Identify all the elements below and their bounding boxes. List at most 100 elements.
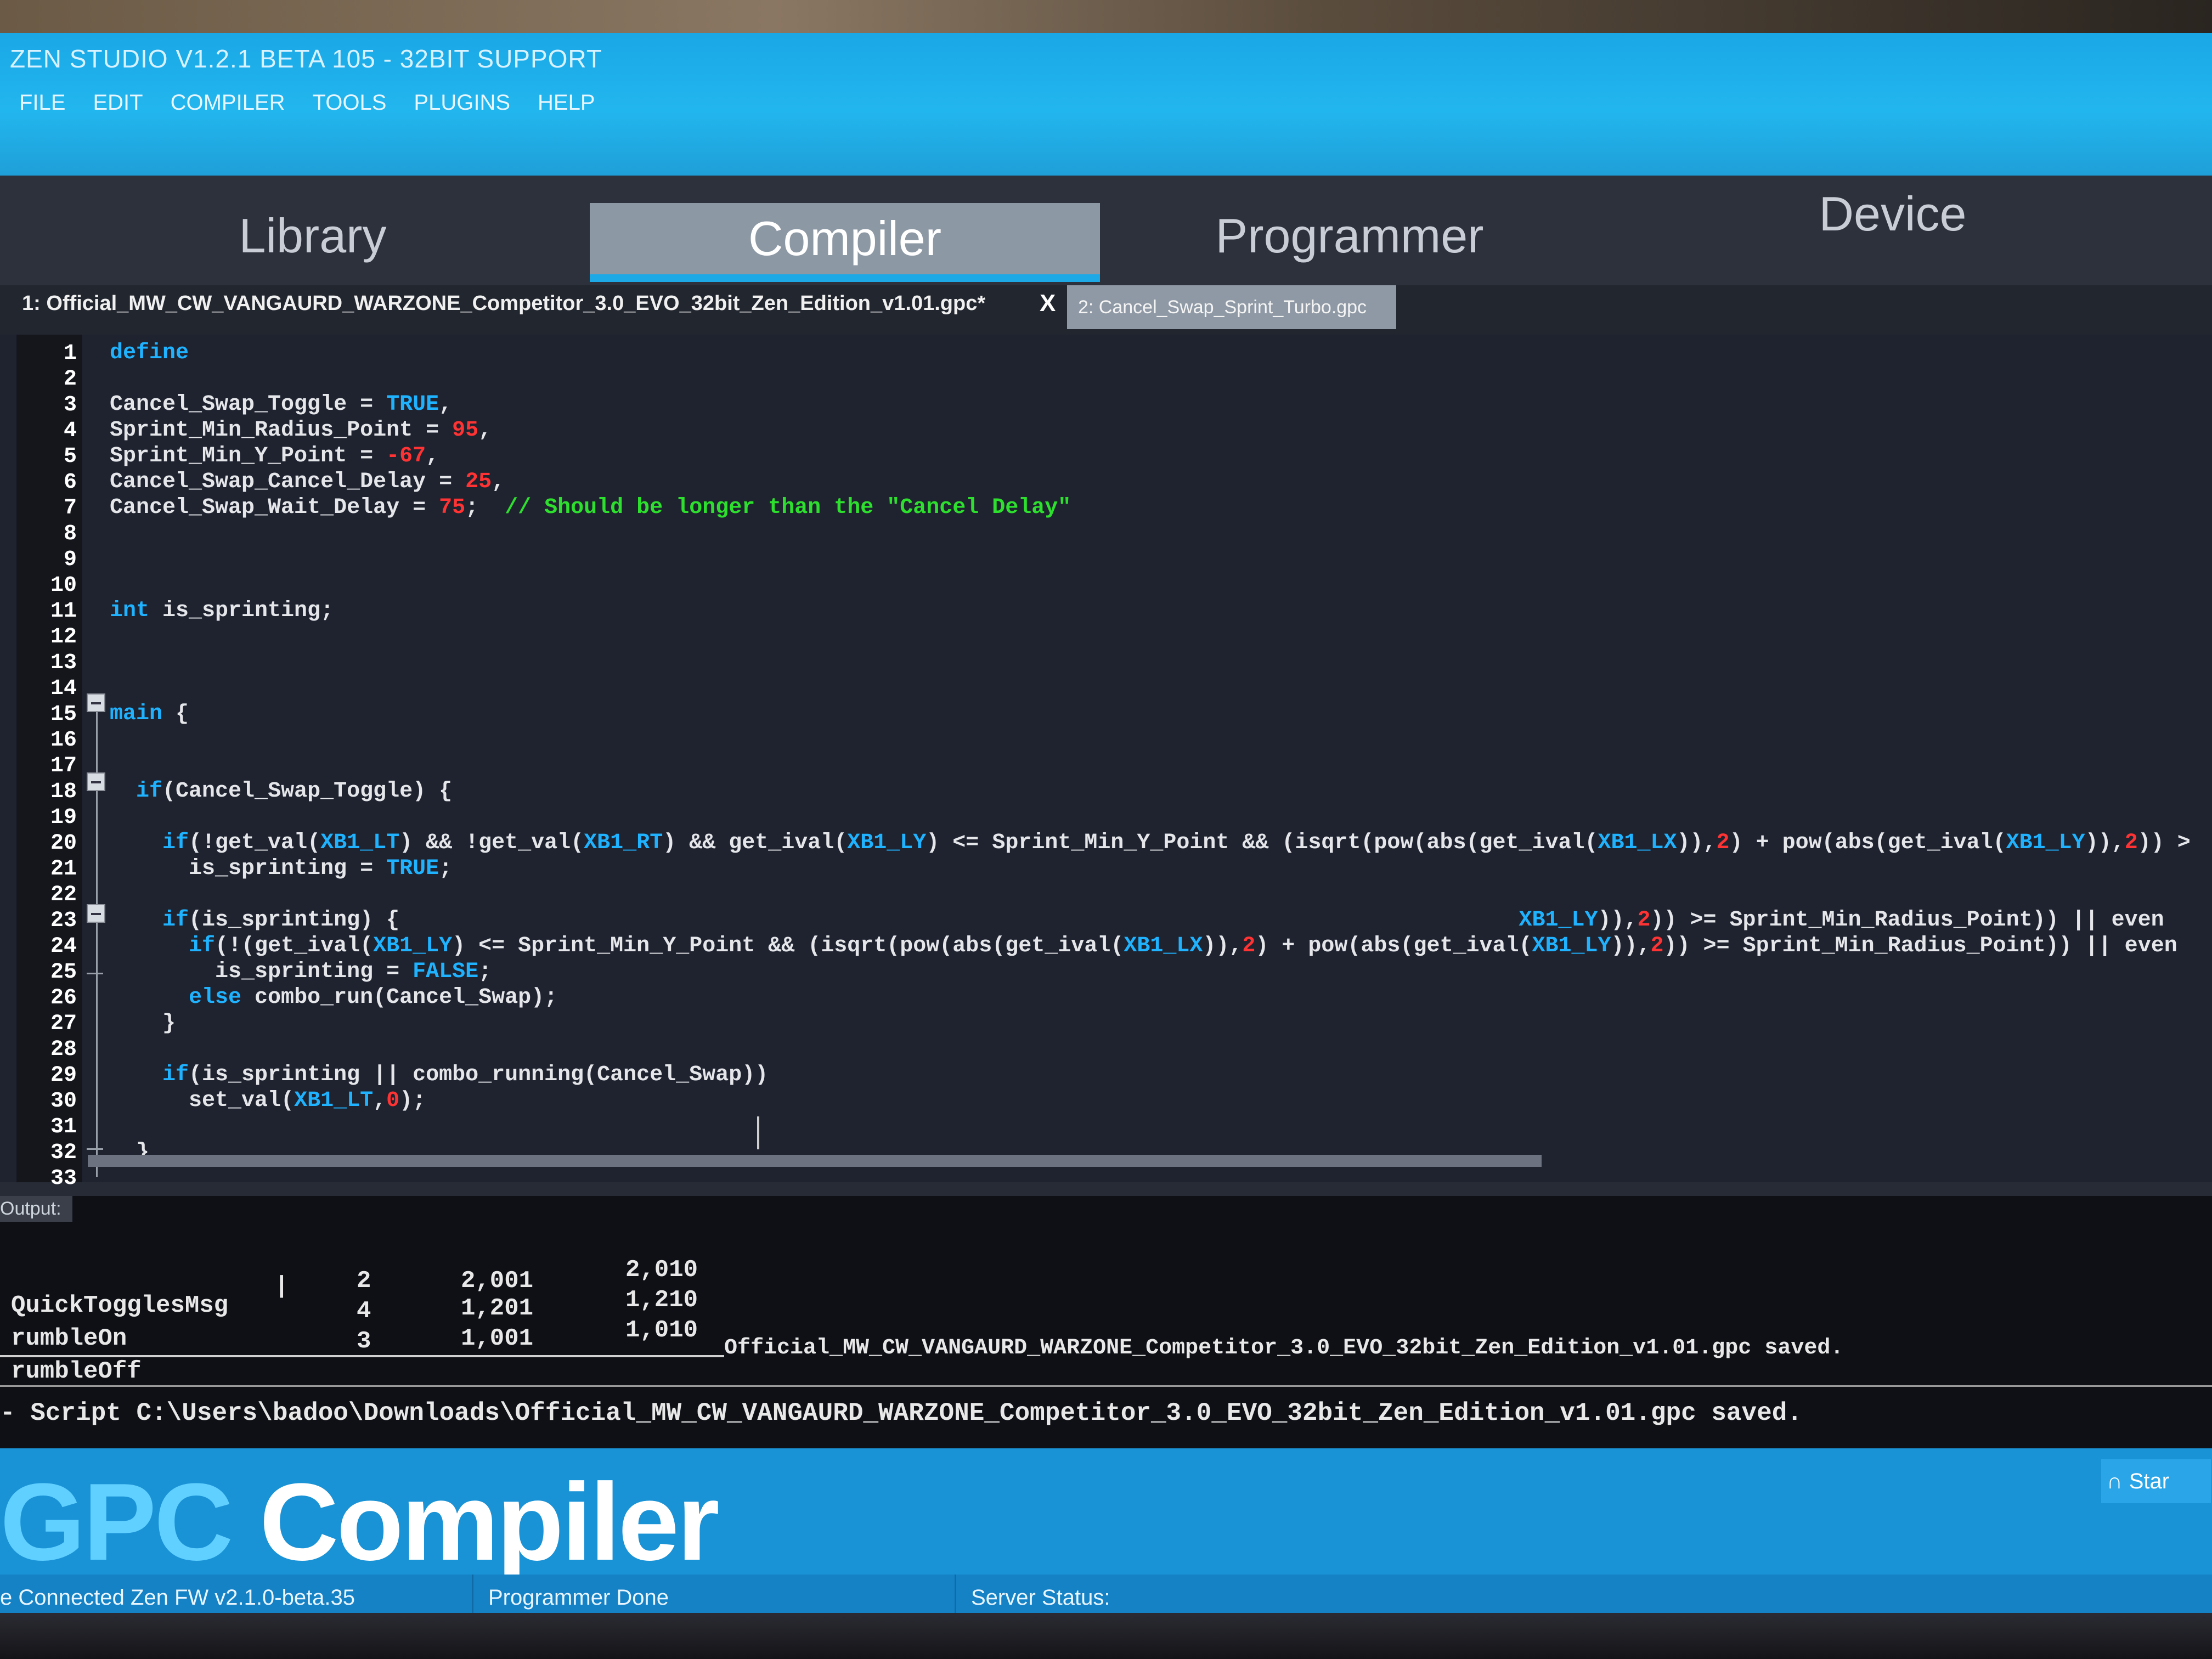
code-constant: XB1_LT [294, 1088, 374, 1113]
code-number: 25 [465, 470, 492, 494]
code-number: 2 [1637, 908, 1651, 933]
code-constant: FALSE [413, 960, 479, 984]
line-number: 27 [50, 1012, 77, 1036]
file-tab-active[interactable]: 1: Official_MW_CW_VANGAURD_WARZONE_Compe… [22, 292, 985, 315]
line-number: 21 [50, 857, 77, 882]
app-window: ZEN STUDIO V1.2.1 BETA 105 - 32BIT SUPPO… [0, 33, 2212, 1629]
start-label: Star [2129, 1469, 2170, 1493]
output-row-sep: | [274, 1273, 289, 1300]
scrollbar-thumb[interactable] [88, 1155, 1542, 1167]
output-row-c: 1,010 [625, 1317, 698, 1344]
code-number: 75 [439, 495, 466, 520]
code-line: int is_sprinting; [110, 598, 334, 624]
output-panel: Output: QuickTogglesMsg | 2 2,001 2,010 … [0, 1196, 2212, 1470]
status-server: Server Status: [971, 1585, 1110, 1610]
output-label: Output: [0, 1196, 72, 1222]
code-keyword: int [110, 599, 150, 623]
line-number: 17 [50, 754, 77, 778]
code-text: ) <= Sprint_Min_Y_Point && (isqrt(pow(ab… [452, 934, 1124, 958]
code-number: -67 [386, 444, 426, 469]
code-text: )), [2085, 831, 2125, 855]
line-number: 8 [63, 522, 77, 546]
code-number: 0 [386, 1088, 400, 1113]
line-number: 26 [50, 986, 77, 1011]
line-number: 6 [63, 470, 77, 495]
code-comment: // Should be longer than the "Cancel Del… [505, 495, 1071, 520]
code-line: if(!(get_ival(XB1_LY) <= Sprint_Min_Y_Po… [110, 933, 2177, 960]
line-number: 18 [50, 780, 77, 804]
code-line: Sprint_Min_Radius_Point = 95, [110, 417, 492, 444]
output-script-path: - Script C:\Users\badoo\Downloads\Offici… [0, 1399, 1802, 1427]
line-number: 5 [63, 444, 77, 469]
tab-library[interactable]: Library [137, 198, 488, 274]
code-line: if(is_sprinting || combo_running(Cancel_… [110, 1062, 768, 1088]
line-number-gutter: 1 2 3 4 5 6 7 8 9 10 11 12 13 14 15 16 17 18 19 20 21 22 23 24 2… [16, 335, 82, 1191]
code-text: Cancel_Swap_Wait_Delay = [110, 495, 439, 520]
code-line: main { [110, 701, 189, 727]
file-tab-bar: 1: Official_MW_CW_VANGAURD_WARZONE_Compe… [0, 285, 2212, 335]
fold-toggle-main[interactable] [87, 693, 105, 712]
menu-file[interactable]: FILE [5, 91, 79, 115]
code-text: , [373, 1088, 387, 1113]
menu-tools[interactable]: TOOLS [299, 91, 400, 115]
code-line: Cancel_Swap_Wait_Delay = 75; // Should b… [110, 495, 1071, 521]
line-number: 16 [50, 728, 77, 753]
line-number: 30 [50, 1089, 77, 1114]
code-text: , [439, 392, 453, 417]
code-line: is_sprinting = TRUE; [110, 856, 452, 882]
code-text: (Cancel_Swap_Toggle) { [162, 779, 453, 804]
menu-edit[interactable]: EDIT [79, 91, 156, 115]
code-text: , [426, 444, 439, 469]
line-number: 4 [63, 419, 77, 443]
code-area[interactable]: define Cancel_Swap_Toggle = TRUE, Sprint_M… [110, 335, 2212, 1182]
output-row-a: 4 [357, 1297, 371, 1325]
code-text: )), [1598, 908, 1638, 933]
fold-toggle-if[interactable] [87, 772, 105, 791]
tab-compiler[interactable]: Compiler [590, 203, 1100, 282]
line-number: 9 [63, 548, 77, 572]
output-divider [0, 1385, 2212, 1387]
code-constant: TRUE [386, 856, 439, 881]
close-tab-button[interactable]: X [1040, 290, 1056, 317]
code-keyword: if [162, 1063, 189, 1087]
line-number: 29 [50, 1063, 77, 1088]
code-line: Sprint_Min_Y_Point = -67, [110, 443, 439, 470]
output-row-b: 1,001 [461, 1325, 534, 1352]
code-text: ) && get_ival( [663, 831, 848, 855]
line-number: 20 [50, 831, 77, 856]
code-text: } [110, 1011, 176, 1036]
output-row-a: 3 [357, 1328, 371, 1355]
tab-programmer[interactable]: Programmer [1152, 198, 1547, 274]
code-text: is_sprinting = [110, 856, 387, 881]
menu-compiler[interactable]: COMPILER [157, 91, 299, 115]
code-editor[interactable]: 1 2 3 4 5 6 7 8 9 10 11 12 13 14 15 16 17 18 19 20 21 22 23 24 2… [0, 335, 2212, 1191]
line-number: 25 [50, 960, 77, 985]
code-keyword: if [189, 934, 216, 958]
line-number: 22 [50, 883, 77, 907]
tab-device[interactable]: Device [1728, 176, 2057, 252]
code-text: (!(get_ival( [215, 934, 374, 958]
gpc-compiler-logo: GPC Compiler [0, 1459, 720, 1585]
menu-plugins[interactable]: PLUGINS [400, 91, 524, 115]
output-row-b: 1,201 [461, 1295, 534, 1322]
fold-toggle-if-sprinting[interactable] [87, 904, 105, 923]
text-cursor [757, 1116, 759, 1149]
line-number: 12 [50, 625, 77, 650]
code-text: ) <= Sprint_Min_Y_Point && (isqrt(pow(ab… [926, 831, 1598, 855]
line-number: 31 [50, 1115, 77, 1139]
code-keyword: if [162, 831, 189, 855]
start-button[interactable]: ∩ Star [2101, 1459, 2211, 1503]
code-text: ) && !get_val( [399, 831, 584, 855]
code-constant: XB1_LX [1598, 831, 1677, 855]
line-number: 14 [50, 676, 77, 701]
line-number: 19 [50, 805, 77, 830]
menu-help[interactable]: HELP [524, 91, 609, 115]
code-text: )) > [2137, 831, 2191, 855]
code-text: )), [1677, 831, 1717, 855]
horizontal-scrollbar[interactable] [88, 1155, 1542, 1167]
file-tab-cancel-swap[interactable]: 2: Cancel_Swap_Sprint_Turbo.gpc [1067, 285, 1396, 329]
output-row-a: 2 [357, 1267, 371, 1295]
code-text: (!get_val( [189, 831, 321, 855]
